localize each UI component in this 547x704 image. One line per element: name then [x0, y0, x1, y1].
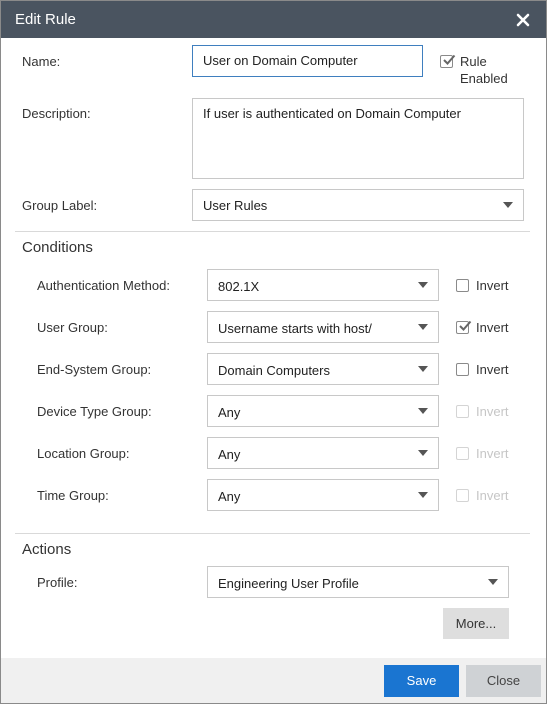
- name-input[interactable]: User on Domain Computer: [192, 45, 423, 77]
- authentication-method-select[interactable]: 802.1X: [207, 269, 439, 301]
- rule-enabled-checkbox[interactable]: [440, 54, 456, 68]
- chevron-down-icon: [418, 324, 428, 330]
- invert-checkbox-end-system-group[interactable]: [456, 363, 469, 376]
- invert-label: Invert: [476, 362, 509, 377]
- description-label: Description:: [22, 106, 91, 121]
- chevron-down-icon: [503, 202, 513, 208]
- condition-label-location-group: Location Group:: [37, 446, 130, 461]
- invert-label: Invert: [476, 488, 509, 503]
- user-group-select[interactable]: Username starts with host/: [207, 311, 439, 343]
- condition-label-user-group: User Group:: [37, 320, 108, 335]
- condition-label-device-type-group: Device Type Group:: [37, 404, 152, 419]
- actions-heading: Actions: [22, 541, 72, 558]
- invert-checkbox-user-group[interactable]: [456, 320, 472, 334]
- name-label: Name:: [22, 54, 61, 69]
- invert-label: Invert: [476, 446, 509, 461]
- profile-select[interactable]: Engineering User Profile: [207, 566, 509, 598]
- dialog-title: Edit Rule: [15, 11, 76, 28]
- location-group-select[interactable]: Any: [207, 437, 439, 469]
- description-textarea[interactable]: If user is authenticated on Domain Compu…: [192, 98, 524, 179]
- profile-label: Profile:: [37, 575, 78, 590]
- dialog-footer: Save Close: [1, 658, 546, 703]
- condition-label-end-system-group: End-System Group:: [37, 362, 152, 377]
- time-group-value: Any: [218, 489, 241, 504]
- user-group-value: Username starts with host/: [218, 321, 372, 336]
- invert-checkbox-location-group: [456, 447, 469, 460]
- end-system-group-value: Domain Computers: [218, 363, 330, 378]
- close-icon[interactable]: [516, 13, 530, 27]
- close-button[interactable]: Close: [466, 665, 541, 697]
- dialog-titlebar: Edit Rule: [1, 1, 546, 38]
- end-system-group-select[interactable]: Domain Computers: [207, 353, 439, 385]
- chevron-down-icon: [418, 408, 428, 414]
- save-button[interactable]: Save: [384, 665, 459, 697]
- device-type-group-select[interactable]: Any: [207, 395, 439, 427]
- invert-label: Invert: [476, 320, 509, 335]
- chevron-down-icon: [418, 366, 428, 372]
- invert-checkbox-device-type-group: [456, 405, 469, 418]
- group-label-value: User Rules: [203, 198, 268, 213]
- authentication-method-value: 802.1X: [218, 279, 260, 294]
- invert-label: Invert: [476, 404, 509, 419]
- invert-label: Invert: [476, 278, 509, 293]
- time-group-select[interactable]: Any: [207, 479, 439, 511]
- chevron-down-icon: [418, 492, 428, 498]
- rule-enabled-label-line1: Rule: [460, 54, 487, 69]
- chevron-down-icon: [488, 579, 498, 585]
- more-button[interactable]: More...: [443, 608, 509, 639]
- edit-rule-dialog: Edit Rule Name: User on Domain Computer …: [0, 0, 547, 704]
- invert-checkbox-time-group: [456, 489, 469, 502]
- condition-label-time-group: Time Group:: [37, 488, 109, 503]
- chevron-down-icon: [418, 450, 428, 456]
- group-label-select[interactable]: User Rules: [192, 189, 524, 221]
- condition-label-authentication-method: Authentication Method:: [37, 278, 170, 293]
- group-label-label: Group Label:: [22, 198, 98, 213]
- conditions-heading: Conditions: [22, 239, 93, 256]
- divider: [15, 231, 530, 232]
- profile-value: Engineering User Profile: [218, 576, 359, 591]
- divider: [15, 533, 530, 534]
- rule-enabled-label-line2: Enabled: [460, 71, 508, 86]
- chevron-down-icon: [418, 282, 428, 288]
- invert-checkbox-authentication-method[interactable]: [456, 279, 469, 292]
- description-value: If user is authenticated on Domain Compu…: [203, 106, 461, 121]
- location-group-value: Any: [218, 447, 241, 462]
- device-type-group-value: Any: [218, 405, 241, 420]
- name-input-value: User on Domain Computer: [203, 53, 358, 68]
